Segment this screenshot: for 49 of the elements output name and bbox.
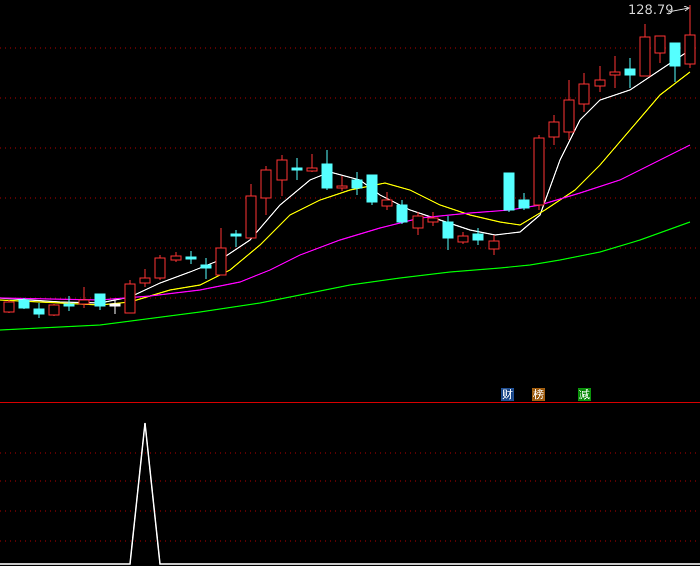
- candlestick: [216, 228, 226, 276]
- candlestick: [94, 294, 106, 310]
- candlestick: [246, 184, 256, 238]
- candlestick: [78, 286, 90, 308]
- candlestick: [306, 154, 318, 172]
- candlestick: [458, 232, 468, 244]
- candlestick: [518, 192, 530, 210]
- candlestick: [124, 280, 136, 314]
- signal-badge: 财: [501, 388, 514, 401]
- candlestick: [110, 300, 120, 314]
- candlestick: [396, 200, 408, 224]
- candlestick: [594, 66, 606, 92]
- candlestick: [322, 150, 332, 190]
- candlestick: [578, 72, 590, 112]
- candlestick: [624, 58, 636, 88]
- candlestick: [64, 296, 74, 312]
- candlestick: [564, 80, 574, 140]
- candlestick: [18, 298, 30, 310]
- candlestick: [366, 174, 378, 206]
- candlestick: [504, 172, 514, 212]
- candlestick: [260, 166, 272, 216]
- candlestick: [472, 228, 484, 246]
- candlestick: [412, 212, 424, 236]
- candlestick: [428, 212, 438, 226]
- candlestick: [654, 36, 666, 64]
- candlestick: [200, 258, 212, 280]
- candlestick: [4, 300, 14, 314]
- candlestick: [140, 268, 150, 288]
- signal-badge: 减: [578, 388, 591, 401]
- candlestick: [48, 304, 60, 316]
- signal-badge: 榜: [532, 388, 545, 401]
- candlestick: [292, 158, 302, 180]
- candlestick: [352, 172, 362, 196]
- candlestick: [382, 192, 392, 210]
- candlestick: [442, 216, 454, 250]
- candlestick: [610, 56, 620, 88]
- candlestick: [276, 154, 288, 196]
- candlestick: [548, 114, 560, 146]
- candlestick: [670, 42, 680, 82]
- candlestick: [640, 24, 650, 76]
- candlestick: [230, 230, 242, 248]
- candlestick: [488, 234, 500, 256]
- price-label: 128.79: [628, 2, 674, 20]
- candlestick: [170, 252, 182, 262]
- candlestick: [336, 176, 348, 192]
- candlestick: [154, 254, 166, 280]
- candlestick: [186, 250, 196, 264]
- candlestick: [34, 302, 44, 318]
- candlestick: [684, 4, 696, 68]
